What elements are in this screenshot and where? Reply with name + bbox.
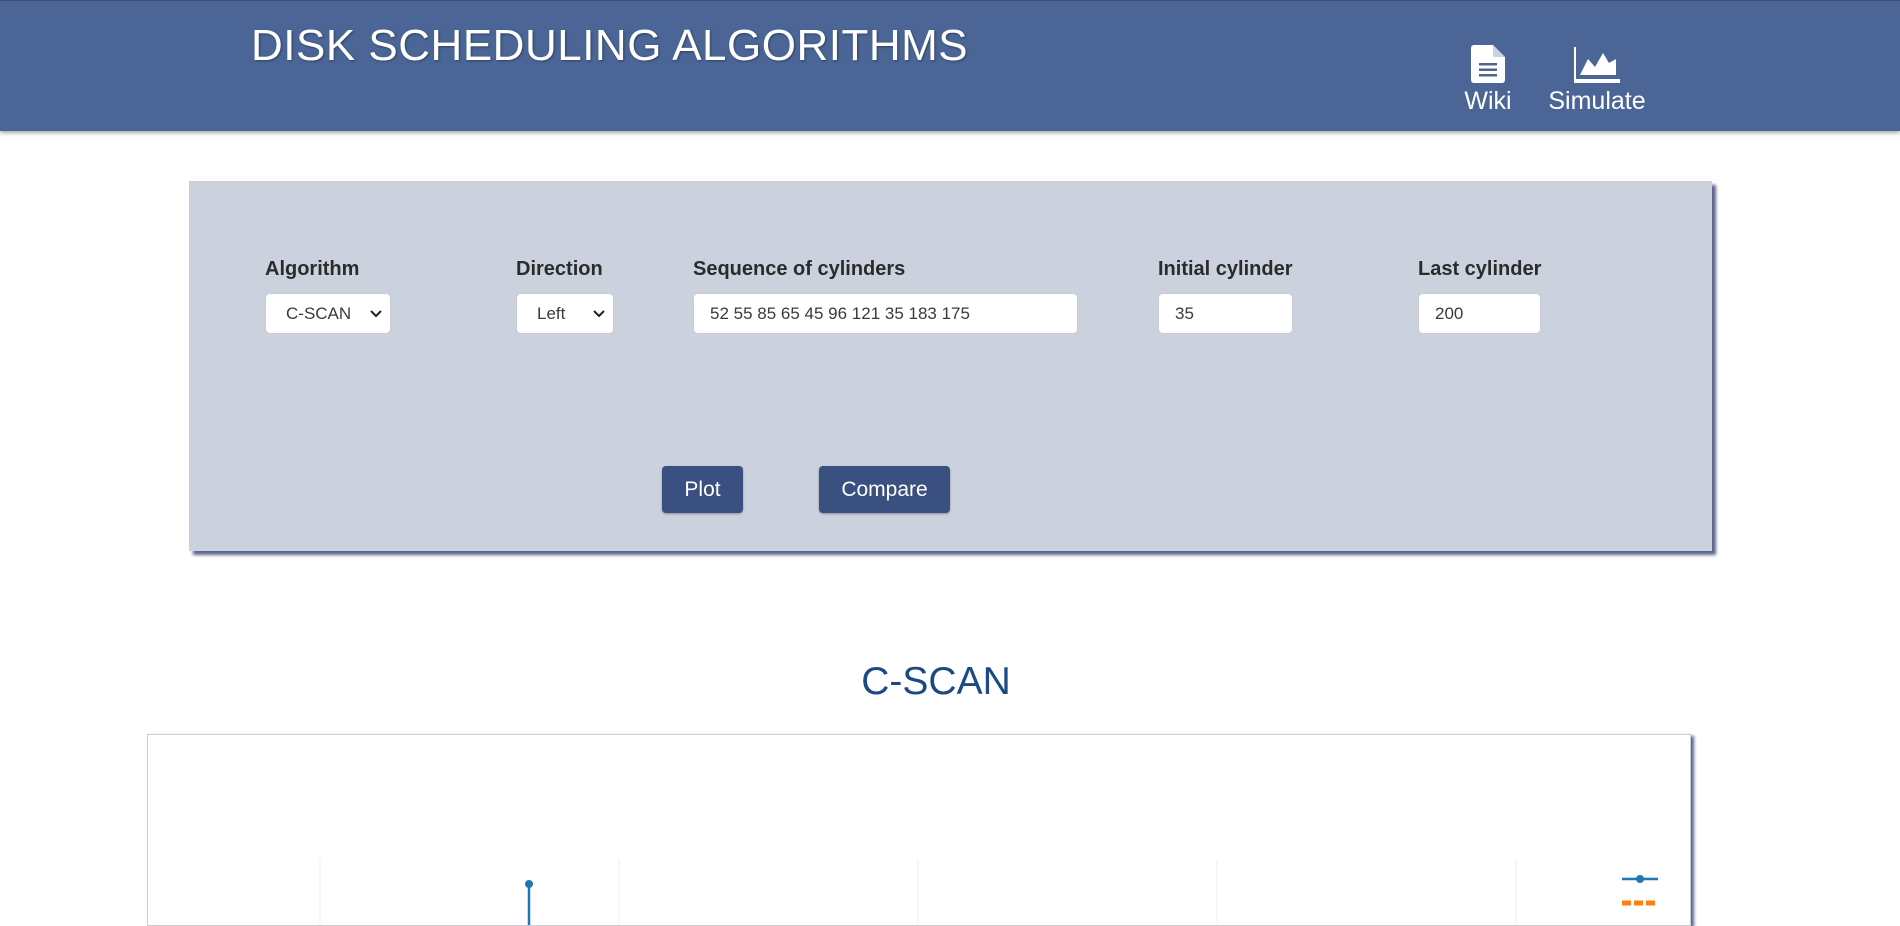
document-icon [1471, 43, 1505, 83]
sequence-value: 52 55 85 65 45 96 121 35 183 175 [710, 303, 970, 323]
input-panel: Algorithm C-SCAN Direction Left Sequence… [189, 181, 1712, 551]
initial-cylinder-value: 35 [1175, 303, 1194, 323]
nav-simulate[interactable]: Simulate [1547, 43, 1647, 119]
direction-value: Left [537, 303, 566, 323]
direction-label: Direction [516, 258, 603, 280]
chevron-down-icon [593, 309, 613, 318]
area-chart-icon [1574, 43, 1620, 83]
chart-canvas [319, 859, 1658, 925]
nav-simulate-label: Simulate [1548, 87, 1646, 115]
plot-button[interactable]: Plot [662, 466, 743, 513]
sequence-label: Sequence of cylinders [693, 258, 906, 280]
chart-container [147, 734, 1691, 926]
app-header: DISK SCHEDULING ALGORITHMS Wiki Simulate [0, 0, 1900, 131]
chevron-down-icon [370, 309, 390, 318]
last-cylinder-label: Last cylinder [1418, 258, 1542, 280]
algorithm-label: Algorithm [265, 258, 360, 280]
initial-cylinder-input[interactable]: 35 [1158, 293, 1293, 334]
nav-wiki[interactable]: Wiki [1459, 43, 1517, 119]
nav-wiki-label: Wiki [1464, 87, 1512, 115]
initial-cylinder-label: Initial cylinder [1158, 258, 1293, 280]
compare-button[interactable]: Compare [819, 466, 950, 513]
seek-point [525, 880, 533, 888]
legend-marker-blue [1636, 875, 1644, 883]
direction-select[interactable]: Left [516, 293, 614, 334]
result-title: C-SCAN [861, 660, 1011, 703]
last-cylinder-value: 200 [1435, 303, 1464, 323]
algorithm-select[interactable]: C-SCAN [265, 293, 391, 334]
app-title: DISK SCHEDULING ALGORITHMS [251, 21, 969, 70]
chart-legend [1622, 875, 1658, 906]
algorithm-value: C-SCAN [286, 303, 352, 323]
last-cylinder-input[interactable]: 200 [1418, 293, 1541, 334]
sequence-input[interactable]: 52 55 85 65 45 96 121 35 183 175 [693, 293, 1078, 334]
